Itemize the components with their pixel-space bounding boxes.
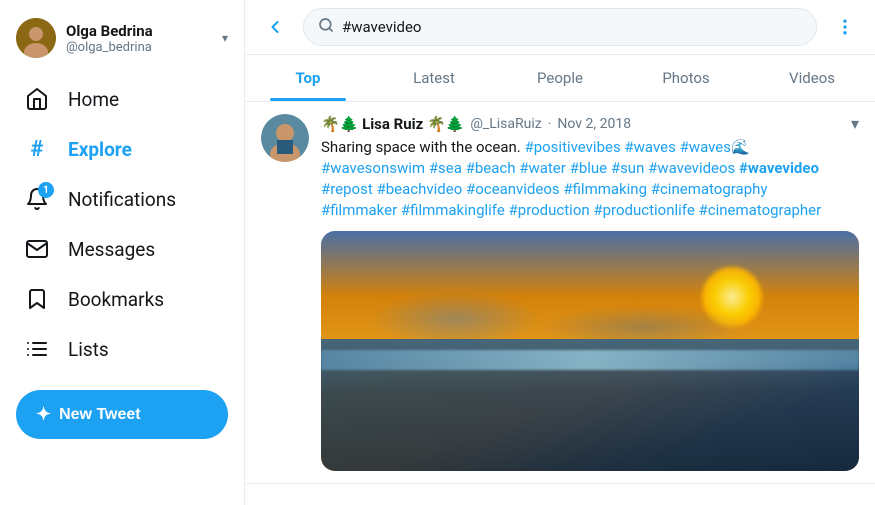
tab-photos[interactable]: Photos: [623, 55, 749, 101]
tweet-hashtag-wavevideo[interactable]: #wavevideo: [739, 159, 819, 177]
main-content: #wavevideo Top Latest People Photos Vide…: [245, 0, 875, 505]
sidebar-item-bookmarks[interactable]: Bookmarks: [8, 274, 236, 324]
tweet-hashtag-beachvideo[interactable]: #beachvideo: [376, 180, 466, 198]
more-options-button[interactable]: [827, 9, 863, 45]
tweet-list: 🌴🌲 Lisa Ruiz 🌴🌲 @_LisaRuiz · Nov 2, 2018…: [245, 102, 875, 505]
lists-icon: [24, 336, 50, 362]
sidebar-item-label-explore: Explore: [68, 138, 132, 161]
sidebar-item-notifications[interactable]: 1 Notifications: [8, 174, 236, 224]
tweet-avatar: [261, 114, 309, 162]
notification-badge: 1: [38, 182, 54, 198]
tab-videos[interactable]: Videos: [749, 55, 875, 101]
tweet-hashtag-filmmakinglife[interactable]: #filmmakinglife: [401, 201, 509, 219]
avatar: [16, 18, 56, 58]
tweet-hashtag-cinematographer[interactable]: #cinematographer: [699, 201, 822, 219]
tweet-hashtag-waves1[interactable]: #waves: [624, 138, 679, 156]
tweet-hashtag-cinematography[interactable]: #cinematography: [651, 180, 768, 198]
sidebar: Olga Bedrina @olga_bedrina ▾ Home # Expl…: [0, 0, 245, 505]
tweet-author-name: 🌴🌲 Lisa Ruiz 🌴🌲: [321, 115, 464, 133]
tweet-hashtag-filmmaker[interactable]: #filmmaker: [321, 201, 401, 219]
tweet-hashtag-wavesonswim[interactable]: #wavesonswim: [321, 159, 429, 177]
sidebar-nav: Home # Explore 1 Notifications: [0, 74, 244, 374]
avatar-image: [16, 18, 56, 58]
bookmarks-icon: [24, 286, 50, 312]
new-tweet-button[interactable]: ✦ New Tweet: [16, 390, 228, 439]
tab-top[interactable]: Top: [245, 55, 371, 101]
tab-latest[interactable]: Latest: [371, 55, 497, 101]
sidebar-item-label-messages: Messages: [68, 238, 155, 261]
tweet-text: Sharing space with the ocean. #positivev…: [321, 137, 859, 221]
tweet-author-handle: @_LisaRuiz: [470, 116, 541, 132]
tweet-hashtag-beach[interactable]: #beach: [466, 159, 520, 177]
profile-section[interactable]: Olga Bedrina @olga_bedrina ▾: [0, 10, 244, 74]
tweet-hashtag-waves2[interactable]: #waves🌊: [680, 138, 750, 156]
new-tweet-label: New Tweet: [59, 406, 141, 424]
tweet-hashtag-production[interactable]: #production: [509, 201, 594, 219]
tweet-hashtag-positivevibes[interactable]: #positivevibes: [524, 138, 624, 156]
messages-icon: [24, 236, 50, 262]
tweet-hashtag-wavevideos[interactable]: #wavevideos: [648, 159, 739, 177]
media-waves-layer: [321, 350, 859, 370]
tweet-separator: ·: [548, 116, 552, 132]
sidebar-item-label-home: Home: [68, 88, 119, 111]
tweet-timestamp: Nov 2, 2018: [557, 116, 631, 132]
tweet-hashtag-filmmaking[interactable]: #filmmaking: [563, 180, 650, 198]
profile-handle: @olga_bedrina: [66, 40, 212, 55]
profile-name: Olga Bedrina: [66, 22, 212, 40]
home-icon: [24, 86, 50, 112]
tweet-body: 🌴🌲 Lisa Ruiz 🌴🌲 @_LisaRuiz · Nov 2, 2018…: [321, 114, 859, 471]
tweet-item: 🌴🌲 Lisa Ruiz 🌴🌲 @_LisaRuiz · Nov 2, 2018…: [245, 102, 875, 484]
sidebar-item-label-lists: Lists: [68, 338, 109, 361]
sidebar-item-label-notifications: Notifications: [68, 188, 176, 211]
tweet-hashtag-repost[interactable]: #repost: [321, 180, 376, 198]
tweet-hashtag-productionlife[interactable]: #productionlife: [593, 201, 698, 219]
explore-icon: #: [24, 136, 50, 162]
tweet-header: 🌴🌲 Lisa Ruiz 🌴🌲 @_LisaRuiz · Nov 2, 2018…: [321, 114, 859, 133]
sidebar-item-explore[interactable]: # Explore: [8, 124, 236, 174]
profile-info: Olga Bedrina @olga_bedrina: [66, 22, 212, 55]
tweet-hashtag-oceanvideos[interactable]: #oceanvideos: [466, 180, 563, 198]
tweet-hashtag-blue[interactable]: #blue: [570, 159, 611, 177]
sidebar-item-lists[interactable]: Lists: [8, 324, 236, 374]
tweet-expand-button[interactable]: ▾: [851, 114, 859, 133]
tweet-hashtag-water[interactable]: #water: [519, 159, 569, 177]
search-tabs: Top Latest People Photos Videos: [245, 55, 875, 102]
tweet-text-plain: Sharing space with the ocean.: [321, 138, 524, 156]
tab-people[interactable]: People: [497, 55, 623, 101]
sidebar-item-home[interactable]: Home: [8, 74, 236, 124]
search-icon: [318, 17, 334, 37]
tweet-media-image: [321, 231, 859, 471]
search-bar[interactable]: #wavevideo: [303, 8, 817, 46]
sidebar-item-messages[interactable]: Messages: [8, 224, 236, 274]
sidebar-item-label-bookmarks: Bookmarks: [68, 288, 164, 311]
top-bar: #wavevideo: [245, 0, 875, 55]
back-button[interactable]: [257, 9, 293, 45]
tweet-hashtag-sun[interactable]: #sun: [611, 159, 648, 177]
search-query[interactable]: #wavevideo: [342, 18, 802, 36]
new-tweet-icon: ✦: [36, 404, 51, 425]
chevron-down-icon[interactable]: ▾: [222, 31, 228, 45]
tweet-hashtag-sea[interactable]: #sea: [429, 159, 466, 177]
